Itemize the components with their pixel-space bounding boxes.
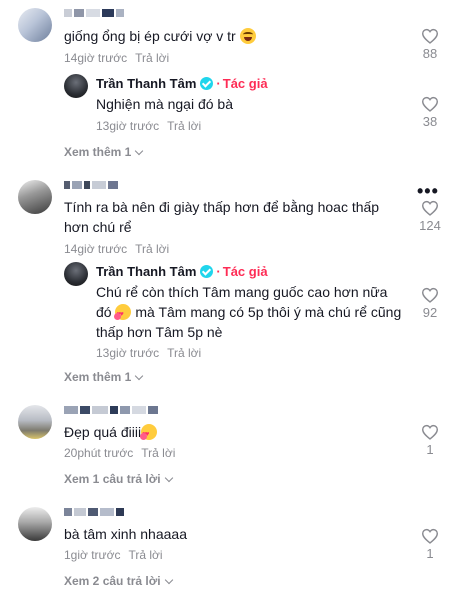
author-name[interactable]: Trần Thanh Tâm · Tác giả — [96, 76, 268, 91]
comment-text: Đẹp quá điiii — [64, 422, 404, 445]
chevron-down-icon — [164, 575, 173, 585]
commenter-name-blurred[interactable] — [64, 406, 158, 414]
reply-text: Nghiện mà ngại đó bà — [96, 96, 233, 112]
view-replies-button[interactable]: Xem 1 câu trả lời — [64, 472, 173, 486]
heart-icon — [421, 287, 439, 303]
author-tag: Tác giả — [222, 76, 268, 91]
comment-meta: 14giờ trước Trả lời — [64, 242, 169, 256]
reply-time: 13giờ trước — [96, 346, 160, 360]
view-more-replies-button[interactable]: Xem thêm 1 — [64, 145, 144, 159]
reply-meta: 13giờ trước Trả lời — [96, 119, 201, 133]
comment-meta: 20phút trước Trả lời — [64, 446, 175, 460]
reply-button[interactable]: Trả lời — [141, 446, 175, 460]
like-button[interactable]: 1 — [410, 528, 450, 561]
like-count: 1 — [426, 442, 434, 457]
commenter-name-blurred[interactable] — [64, 181, 118, 189]
reply-button[interactable]: Trả lời — [167, 346, 201, 360]
smiling-face-with-hearts-icon — [114, 304, 132, 325]
heart-icon — [421, 28, 439, 44]
verified-badge-icon — [200, 265, 214, 278]
like-count: 38 — [422, 114, 438, 129]
commenter-name-blurred[interactable] — [64, 508, 124, 516]
like-button[interactable]: 1 — [410, 424, 450, 457]
like-count: 124 — [419, 218, 441, 233]
commenter-avatar[interactable] — [18, 180, 52, 214]
reply-meta: 13giờ trước Trả lời — [96, 346, 201, 360]
like-button[interactable]: 92 — [410, 287, 450, 320]
like-button[interactable]: 88 — [410, 28, 450, 61]
laughing-face-icon — [239, 28, 256, 44]
verified-badge-icon — [200, 77, 214, 90]
view-more-replies-button[interactable]: Xem thêm 1 — [64, 370, 144, 384]
comment-meta: 1giờ trước Trả lời — [64, 548, 163, 562]
chevron-down-icon — [164, 473, 173, 483]
chevron-down-icon — [135, 146, 144, 156]
reply-button[interactable]: Trả lời — [135, 51, 169, 65]
commenter-avatar[interactable] — [18, 8, 52, 42]
heart-icon — [421, 200, 439, 216]
commenter-name-blurred[interactable] — [64, 9, 124, 17]
like-button[interactable]: 38 — [410, 96, 450, 129]
commenter-avatar[interactable] — [18, 507, 52, 541]
author-tag: Tác giả — [222, 264, 268, 279]
like-count: 88 — [422, 46, 438, 61]
like-count: 92 — [422, 305, 438, 320]
comment-time: 1giờ trước — [64, 548, 121, 562]
reply-button[interactable]: Trả lời — [128, 548, 162, 562]
author-avatar[interactable] — [64, 262, 88, 286]
author-name[interactable]: Trần Thanh Tâm · Tác giả — [96, 264, 268, 279]
comment-text: Tính ra bà nên đi giày thấp hơn để bằng … — [64, 199, 380, 235]
reply-text: Chú rể còn thích Tâm mang guốc cao hơn n… — [96, 282, 406, 342]
comment-meta: 14giờ trước Trả lời — [64, 51, 169, 65]
reply-time: 13giờ trước — [96, 119, 160, 133]
view-replies-button[interactable]: Xem 2 câu trả lời — [64, 574, 173, 588]
heart-icon — [421, 528, 439, 544]
comment-time: 14giờ trước — [64, 242, 128, 256]
comment-text: bà tâm xinh nhaaaa — [64, 526, 187, 542]
comment-time: 20phút trước — [64, 446, 134, 460]
author-avatar[interactable] — [64, 74, 88, 98]
chevron-down-icon — [135, 371, 144, 381]
like-button[interactable]: 124 — [410, 200, 450, 233]
comment-time: 14giờ trước — [64, 51, 128, 65]
more-options-icon[interactable]: ••• — [417, 182, 439, 200]
reply-button[interactable]: Trả lời — [167, 119, 201, 133]
heart-icon — [421, 424, 439, 440]
like-count: 1 — [426, 546, 434, 561]
heart-icon — [421, 96, 439, 112]
comment-text: giống ổng bị ép cưới vợ v tr — [64, 26, 404, 46]
commenter-avatar[interactable] — [18, 405, 52, 439]
reply-button[interactable]: Trả lời — [135, 242, 169, 256]
smiling-face-with-hearts-icon — [140, 424, 158, 445]
